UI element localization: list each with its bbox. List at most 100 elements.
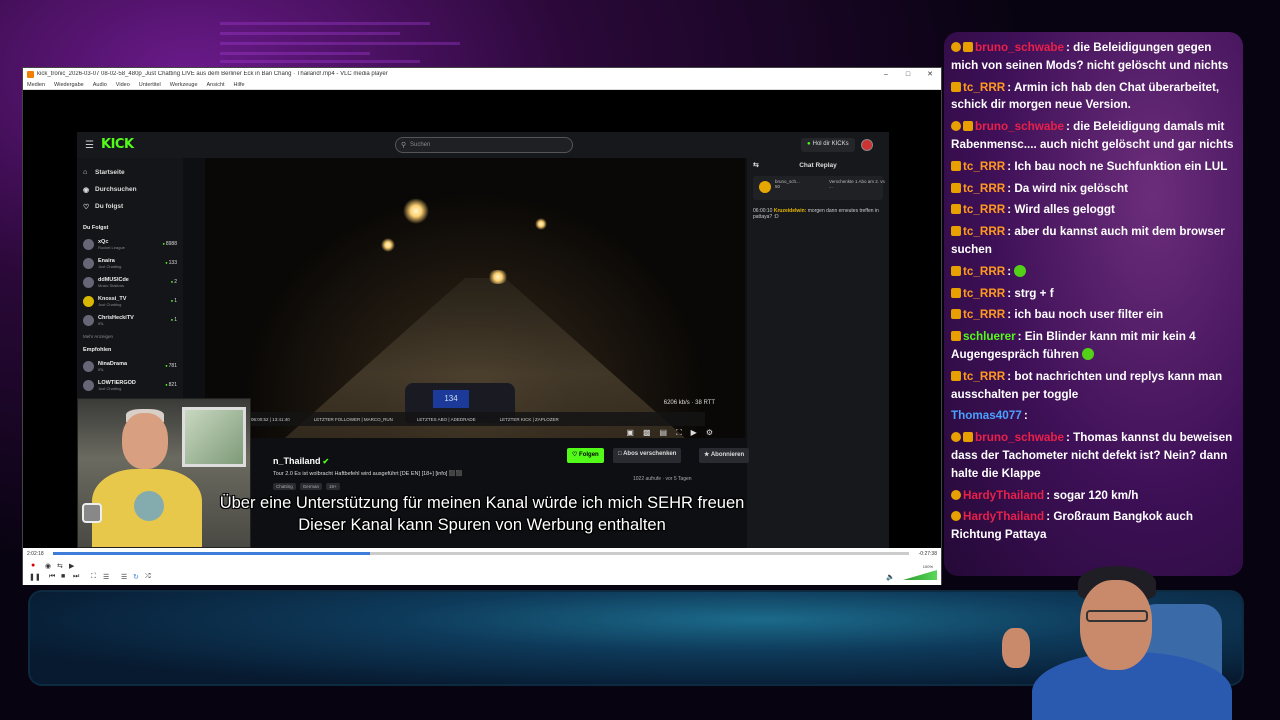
subscribe-label: Abonnieren (710, 452, 745, 458)
chat-text: Da wird nix gelöscht (1014, 181, 1129, 195)
snapshot-icon[interactable]: ◉ (45, 562, 51, 570)
channel-viewers: 2 (171, 279, 177, 285)
stream-overlay-bar: 06:00:52 | 13:41:40 LETZTER FOLLOWER | M… (245, 412, 705, 426)
chat-replay-message: 06:00:10 Kruzeidelwin: morgen dann erneu… (753, 208, 883, 220)
streamer-face (1080, 580, 1152, 670)
subscriber-badge-icon (951, 81, 961, 92)
og-badge-icon (951, 121, 961, 132)
channel-item: xQcRocket League8988 (77, 235, 183, 254)
chat-username: tc_RRR (963, 369, 1006, 383)
streamer-hand (1002, 628, 1030, 668)
kick-stream-video: 134 6206 kb/s · 38 RTT 06:00:52 | 13:41:… (205, 158, 745, 438)
chat-text: sogar 120 km/h (1053, 488, 1139, 502)
kick-search-placeholder: Suchen (410, 142, 431, 148)
channel-item: LOWTIERGODJust Chatting821 (77, 376, 183, 395)
menu-medien[interactable]: Medien (27, 82, 45, 88)
speedometer-display: 134 (433, 390, 469, 408)
tag: 18+ (326, 483, 340, 490)
chat-username: tc_RRR (963, 286, 1006, 300)
stream-stats: 1022 aufrufe · vor 5 Tagen (633, 476, 692, 482)
home-icon: ⌂ (83, 169, 88, 176)
minimize-button[interactable]: – (875, 71, 897, 78)
avatar (861, 139, 873, 151)
chat-overlay: bruno_schwabe: die Beleidigungen gegen m… (944, 32, 1243, 576)
subscriber-badge-icon (951, 182, 961, 193)
previous-icon[interactable]: ⏮ (49, 573, 55, 581)
chat-username: Thomas4077 (951, 409, 1022, 423)
frame-step-icon[interactable]: ▶ (69, 562, 74, 570)
loop-icon[interactable]: ↻ (133, 573, 139, 581)
seek-slider[interactable] (53, 552, 909, 555)
fullscreen-icon[interactable]: ⛶ (91, 573, 96, 581)
subscriber-badge-icon (963, 42, 973, 52)
nav-label: Du folgst (95, 203, 124, 210)
subscriber-badge-icon (951, 204, 961, 215)
chat-separator: : (1007, 80, 1014, 94)
street-light (535, 218, 547, 230)
menu-hilfe[interactable]: Hilfe (234, 82, 245, 88)
kick-cta-label: Hol dir KICKs (812, 141, 849, 147)
heart-icon: ♡ (83, 203, 90, 211)
playlist-icon[interactable]: ☰ (121, 573, 127, 581)
recommended-header: Empfohlen (83, 347, 112, 353)
video-area[interactable]: ☰ KICK ⚲ Suchen ● Hol dir KICKs ⌂ Startsei… (23, 90, 941, 548)
subscriber-badge-icon (951, 331, 961, 342)
menu-untertitel[interactable]: Untertitel (139, 82, 161, 88)
chat-message: tc_RRR: strg + f (944, 285, 1243, 303)
subscriber-badge-icon (951, 265, 961, 276)
chat-message: HardyThailand: Großraum Bangkok auch Ric… (944, 508, 1243, 544)
stop-icon[interactable]: ■ (61, 573, 65, 580)
pinned-gift: bruno_sch... 50 Verschenkte 1 Abo am 2. … (753, 176, 885, 200)
chat-message: bruno_schwabe: die Beleidigungen gegen m… (944, 39, 1243, 75)
chat-message: tc_RRR: Da wird nix gelöscht (944, 180, 1243, 198)
channel-item: ChrisHeckiTVIRL1 (77, 311, 183, 330)
vlc-controls: ● ◉ ⇆ ▶ ❚❚ ⏮ ■ ⏭ ⛶ ☰ ☰ ↻ ⤮ 🔈 100% (23, 560, 941, 585)
message-text: morgen dann erneutes treffen in pattaya?… (753, 208, 879, 220)
oncoming-headlight (487, 270, 509, 284)
time-remaining: -0:27:38 (918, 551, 937, 557)
close-button[interactable]: ✕ (919, 70, 941, 78)
chat-message: tc_RRR: Ich bau noch ne Suchfunktion ein… (944, 158, 1243, 176)
menu-audio[interactable]: Audio (93, 82, 107, 88)
chat-username: bruno_schwabe (975, 431, 1064, 445)
chat-text: Ich bau noch ne Suchfunktion ein LUL (1014, 159, 1228, 173)
chat-username: tc_RRR (963, 203, 1006, 217)
channel-viewers: 1 (171, 317, 177, 323)
menu-ansicht[interactable]: Ansicht (207, 82, 225, 88)
volume-level (903, 570, 937, 580)
menu-werkzeuge[interactable]: Werkzeuge (170, 82, 198, 88)
volume-label: 100% (922, 564, 933, 569)
channel-name: n_Thailand (273, 456, 321, 466)
next-icon[interactable]: ⏭ (73, 573, 79, 581)
volume-slider[interactable]: 100% (903, 564, 937, 580)
window-background (182, 407, 246, 467)
loop-ab-icon[interactable]: ⇆ (57, 562, 63, 570)
subscriber-badge-icon (951, 370, 961, 381)
tag: German (299, 483, 323, 490)
chat-username: tc_RRR (963, 264, 1006, 278)
shuffle-icon[interactable]: ⤮ (145, 573, 151, 581)
extended-settings-icon[interactable]: ☰ (103, 573, 109, 581)
player-controls: ▣ ▩ ▤ ⛶ ▶ ⚙ (626, 428, 713, 438)
street-light (403, 198, 429, 224)
chat-username: tc_RRR (963, 159, 1006, 173)
channel-category: Just Chatting (98, 386, 122, 391)
emote-icon (1082, 347, 1095, 360)
pause-button[interactable]: ❚❚ (29, 573, 41, 581)
chat-username: tc_RRR (963, 308, 1006, 322)
speaker-icon[interactable]: 🔈 (886, 573, 895, 581)
desktop-background: kick_tronic_2026-03-07 08-02-58_480p_Jus… (0, 0, 1280, 720)
maximize-button[interactable]: □ (897, 71, 919, 78)
vlc-cone-icon (27, 70, 34, 78)
overlay-time: 06:00:52 | 13:41:40 (251, 416, 290, 422)
menu-video[interactable]: Video (116, 82, 130, 88)
chat-message: tc_RRR: Wird alles geloggt (944, 201, 1243, 219)
record-icon[interactable]: ● (31, 562, 35, 569)
chat-username: HardyThailand (963, 510, 1045, 524)
chat-message: tc_RRR: (944, 263, 1243, 281)
subscriber-badge-icon (951, 226, 961, 237)
kick-logo: KICK (101, 137, 134, 152)
channel-category: Music Stations (98, 283, 125, 288)
channel-title: n_Thailand ✔ (273, 456, 329, 466)
menu-wiedergabe[interactable]: Wiedergabe (54, 82, 84, 88)
